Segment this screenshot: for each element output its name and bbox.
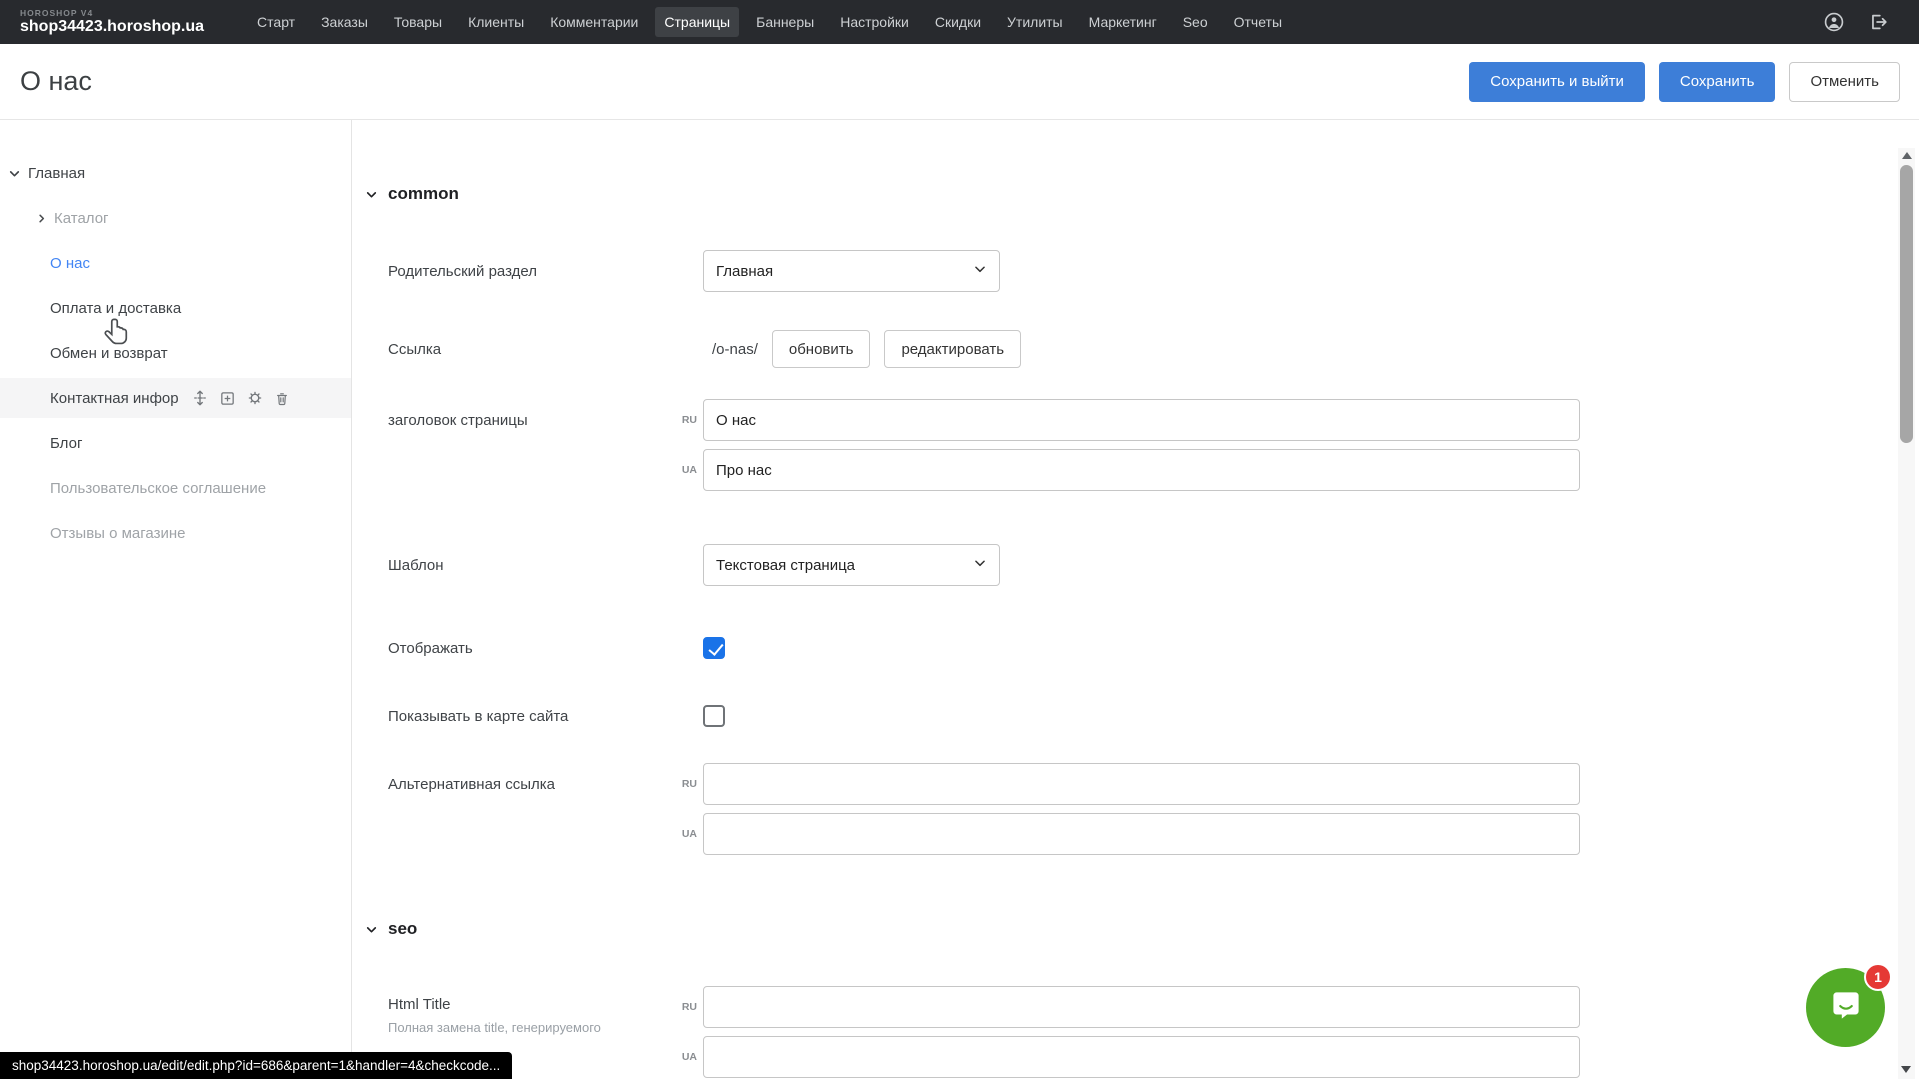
status-url-bar: shop34423.horoshop.ua/edit/edit.php?id=6… [0,1052,512,1079]
topbar-menu-item[interactable]: Клиенты [459,7,533,37]
move-icon[interactable] [191,389,209,407]
page-header: О нас Сохранить и выйти Сохранить Отмени… [0,44,1919,120]
sitemap-label: Показывать в карте сайта [388,708,670,725]
tree-item-label: Главная [28,165,85,182]
html-title-ru-input[interactable] [703,986,1580,1028]
chevron-right-icon[interactable] [36,213,47,224]
chevron-down-icon[interactable] [8,167,21,180]
tree-item[interactable]: Каталог [0,198,351,238]
chevron-down-icon [365,188,378,201]
chevron-down-icon [365,923,378,936]
scrollbar-thumb[interactable] [1900,165,1913,443]
account-icon[interactable] [1823,11,1845,33]
page-title-ua-input[interactable] [703,449,1580,491]
parent-section-label: Родительский раздел [388,263,670,280]
display-label: Отображать [388,640,670,657]
template-label: Шаблон [388,557,670,574]
vertical-scrollbar[interactable] [1898,148,1915,1079]
lang-badge-ua: UA [670,1051,703,1063]
pages-tree-sidebar: Главная Каталог О нас Оплата и доставка Обме… [0,120,352,1079]
tree-item-label: О нас [50,255,90,272]
scroll-up-arrow-icon[interactable] [1902,152,1912,159]
tree-item[interactable]: Блог [0,423,351,463]
tree-item-label: Отзывы о магазине [50,525,185,542]
delete-icon[interactable] [274,390,290,407]
tree-item[interactable]: Отзывы о магазине [0,513,351,553]
link-update-button[interactable]: обновить [772,330,871,368]
template-select[interactable]: Текстовая страница [703,544,1000,586]
alt-link-ua-input[interactable] [703,813,1580,855]
tree-item[interactable]: Оплата и доставка [0,288,351,328]
link-path: /o-nas/ [712,341,758,358]
lang-badge-ua: UA [670,464,703,476]
tree-item-actions [191,389,290,407]
tree-item-label: Оплата и доставка [50,300,181,317]
tree-item[interactable]: Обмен и возврат [0,333,351,373]
tree-item-label: Каталог [54,210,109,227]
page-title: О нас [20,66,92,97]
topbar-menu-item[interactable]: Страницы [655,7,739,37]
logo-version: HOROSHOP V4 [20,9,204,18]
tree-list: Главная Каталог О нас Оплата и доставка Обме… [0,153,351,553]
logo-domain: shop34423.horoshop.ua [20,18,204,36]
topbar-menu: Старт Заказы Товары Клиенты Комментарии Стран… [244,0,1295,44]
topbar-menu-item[interactable]: Товары [385,7,451,37]
lang-badge-ru: RU [670,414,703,426]
html-title-label: Html Title [388,996,670,1013]
topbar-menu-item[interactable]: Утилиты [998,7,1072,37]
parent-section-select[interactable]: Главная [703,250,1000,292]
topbar-menu-item[interactable]: Старт [248,7,304,37]
topbar-menu-item[interactable]: Отчеты [1225,7,1291,37]
scroll-down-arrow-icon[interactable] [1901,1066,1911,1073]
topbar-menu-item[interactable]: Баннеры [747,7,823,37]
lang-badge-ua: UA [670,828,703,840]
topbar: HOROSHOP V4 shop34423.horoshop.ua Старт З… [0,0,1919,44]
display-checkbox[interactable] [703,637,725,659]
tree-item[interactable]: Контактная инфор [0,378,351,418]
topbar-menu-item[interactable]: Seo [1174,7,1217,37]
page-title-ru-input[interactable] [703,399,1580,441]
topbar-menu-item[interactable]: Настройки [831,7,918,37]
tree-item[interactable]: Главная [0,153,351,193]
cursor-hand-icon [101,316,133,350]
tree-item-label: Блог [50,435,82,452]
chevron-down-icon [973,556,987,574]
tree-item-label: Пользовательское соглашение [50,480,266,497]
alt-link-label: Альтернативная ссылка [388,763,670,805]
html-title-hint: Полная замена title, генерируемого [388,1020,670,1035]
logo[interactable]: HOROSHOP V4 shop34423.horoshop.ua [20,9,204,36]
chevron-down-icon [973,262,987,280]
section-seo[interactable]: seo [365,919,1919,939]
cancel-button[interactable]: Отменить [1789,62,1900,102]
topbar-menu-item[interactable]: Заказы [312,7,377,37]
logout-icon[interactable] [1867,11,1889,33]
page: HOROSHOP V4 shop34423.horoshop.ua Старт З… [0,0,1919,1079]
html-title-ua-input[interactable] [703,1036,1580,1078]
page-title-label: заголовок страницы [388,399,670,441]
page-edit-form: common Родительский раздел Главная Ссылк… [352,120,1919,1079]
lang-badge-ru: RU [670,1001,703,1013]
chat-bubble-icon [1825,984,1867,1031]
topbar-menu-item[interactable]: Комментарии [541,7,647,37]
tree-item[interactable]: О нас [0,243,351,283]
chat-widget-button[interactable]: 1 [1806,968,1885,1047]
topbar-menu-item[interactable]: Скидки [926,7,990,37]
tree-item[interactable]: Пользовательское соглашение [0,468,351,508]
tree-item-label: Контактная инфор [50,390,179,407]
link-label: Ссылка [388,341,670,358]
link-edit-button[interactable]: редактировать [884,330,1021,368]
add-icon[interactable] [219,390,236,407]
save-button[interactable]: Сохранить [1659,62,1776,102]
topbar-menu-item[interactable]: Маркетинг [1080,7,1166,37]
settings-icon[interactable] [246,389,264,407]
alt-link-ru-input[interactable] [703,763,1580,805]
lang-badge-ru: RU [670,778,703,790]
sitemap-checkbox[interactable] [703,705,725,727]
chat-unread-badge: 1 [1864,963,1892,991]
save-and-exit-button[interactable]: Сохранить и выйти [1469,62,1645,102]
section-common[interactable]: common [365,184,1919,204]
